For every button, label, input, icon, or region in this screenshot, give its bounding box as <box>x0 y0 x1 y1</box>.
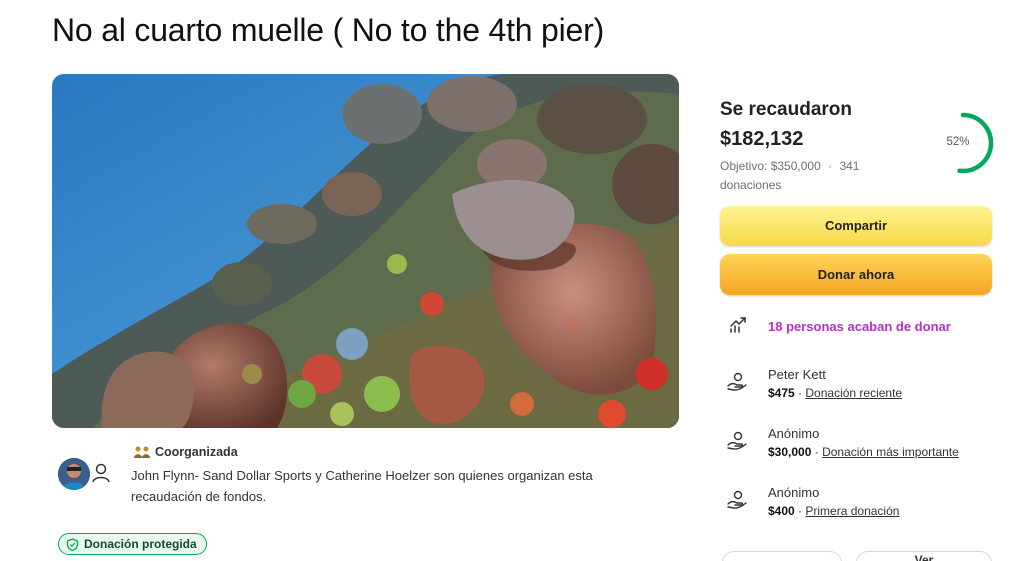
donor-item: Anónimo $400 · Primera donación <box>726 485 992 527</box>
donor-item: Anónimo $30,000 · Donación más important… <box>726 426 992 468</box>
raised-amount: $182,132 <box>720 128 804 150</box>
donor-detail: $475 · Donación reciente <box>768 386 903 400</box>
raised-heading: Se recaudaron <box>720 99 852 120</box>
donor-name: Anónimo <box>768 426 820 441</box>
donation-hand-icon <box>727 490 747 509</box>
donor-kind-link[interactable]: Donación reciente <box>805 386 902 400</box>
trending-up-icon <box>730 317 746 333</box>
donor-name: Anónimo <box>768 485 820 500</box>
donation-hand-icon <box>727 431 747 450</box>
protected-donation-badge[interactable]: Donación protegida <box>58 533 207 555</box>
share-button[interactable]: Compartir <box>720 206 992 246</box>
donor-amount: $400 <box>768 504 795 518</box>
organizers-description: John Flynn- Sand Dollar Sports y Catheri… <box>131 468 593 504</box>
see-all-donations-button[interactable] <box>722 551 842 561</box>
coorganized-badge: Coorganizada <box>155 445 238 459</box>
organizers-section: Coorganizada John Flynn- Sand Dollar Spo… <box>56 445 676 525</box>
goal-separator: · <box>828 159 833 173</box>
protected-donation-label: Donación protegida <box>84 537 197 551</box>
donor-amount: $30,000 <box>768 445 812 459</box>
donor-amount: $475 <box>768 386 795 400</box>
donor-detail: $400 · Primera donación <box>768 504 900 518</box>
progress-percent: 52% <box>946 136 970 148</box>
donor-kind-link[interactable]: Primera donación <box>805 504 899 518</box>
hero-image[interactable] <box>52 74 679 428</box>
person-icon <box>92 463 110 483</box>
donor-detail: $30,000 · Donación más importante <box>768 445 959 459</box>
recent-donors-notice[interactable]: 18 personas acaban de donar <box>728 316 992 338</box>
shield-icon <box>66 537 79 551</box>
donor-name: Peter Kett <box>768 367 826 382</box>
donate-now-button[interactable]: Donar ahora <box>720 254 992 295</box>
donor-kind-link[interactable]: Donación más importante <box>822 445 959 459</box>
donation-hand-icon <box>727 372 747 391</box>
page-title: No al cuarto muelle ( No to the 4th pier… <box>52 12 605 48</box>
organizer-avatar[interactable] <box>58 458 90 490</box>
goal-and-count: Objetivo: $350,000 · 341 donaciones <box>720 157 890 195</box>
see-top-donations-button[interactable]: Ver <box>856 551 992 561</box>
coral-reef-photo <box>52 74 679 428</box>
coorganized-icon <box>134 446 150 458</box>
goal-text: Objetivo: $350,000 <box>720 159 821 173</box>
donor-item: Peter Kett $475 · Donación reciente <box>726 367 992 409</box>
recent-donors-text: 18 personas acaban de donar <box>768 319 951 334</box>
